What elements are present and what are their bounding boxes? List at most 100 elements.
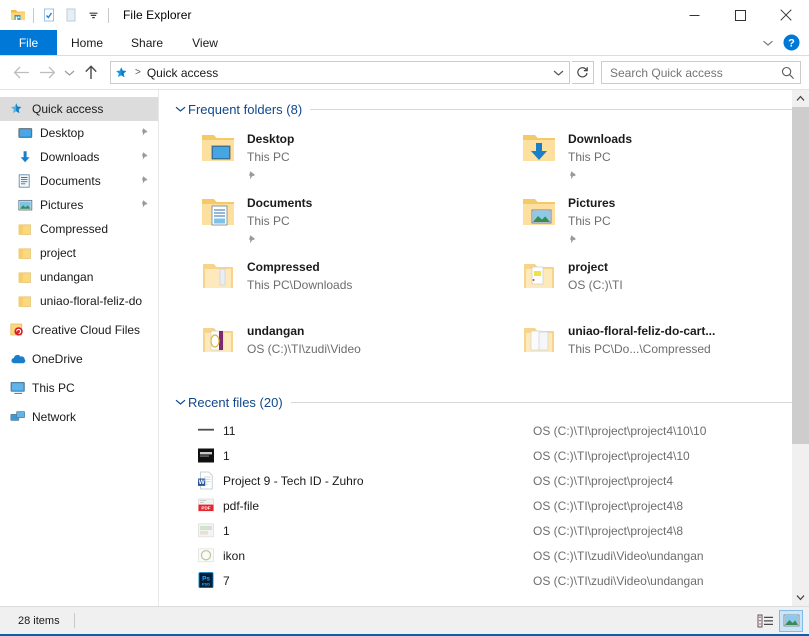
properties-icon[interactable] — [38, 4, 60, 26]
folder-item-pictures[interactable]: Pictures This PC — [488, 191, 809, 255]
sidebar-item-this-pc[interactable]: This PC — [0, 376, 158, 400]
large-icons-view-button[interactable] — [779, 609, 803, 632]
tab-view[interactable]: View — [177, 30, 233, 55]
folder-name: undangan — [247, 324, 305, 338]
file-explorer-window: File Explorer File Home Share View ? > Q… — [0, 0, 809, 636]
customize-dropdown-icon[interactable] — [82, 4, 104, 26]
pin-icon — [568, 168, 632, 186]
pictures-icon — [18, 199, 40, 212]
list-item[interactable]: W Project 9 - Tech ID - Zuhro OS (C:)\TI… — [167, 468, 809, 493]
forward-button[interactable] — [34, 60, 60, 86]
folder-item-desktop[interactable]: Desktop This PC — [167, 127, 488, 191]
folder-generic-icon — [197, 255, 241, 295]
address-bar[interactable]: > Quick access — [110, 61, 570, 84]
scroll-down-arrow-icon[interactable] — [792, 589, 809, 606]
status-bar: 28 items — [0, 606, 809, 634]
breadcrumb[interactable]: Quick access — [143, 66, 218, 80]
recent-files-title: Recent files (20) — [188, 394, 283, 410]
sidebar-item-downloads[interactable]: Downloads — [0, 145, 158, 169]
sidebar-item-compressed[interactable]: Compressed — [0, 217, 158, 241]
refresh-button[interactable] — [572, 61, 594, 84]
folder-text: Desktop This PC — [241, 127, 294, 186]
documents-icon — [18, 174, 40, 188]
scroll-up-arrow-icon[interactable] — [792, 90, 809, 107]
list-item[interactable]: 1 OS (C:)\TI\project\project4\10 — [167, 443, 809, 468]
pin-icon — [247, 232, 312, 250]
tab-home[interactable]: Home — [57, 30, 117, 55]
sidebar-item-label: Quick access — [32, 102, 104, 116]
breadcrumb-separator: > — [135, 67, 141, 78]
pin-icon — [140, 150, 150, 164]
folder-name: Downloads — [568, 132, 633, 146]
sidebar-item-documents[interactable]: Documents — [0, 169, 158, 193]
list-item[interactable]: 11 OS (C:)\TI\project\project4\10\10 — [167, 418, 809, 443]
folder-generic-icon — [518, 319, 562, 359]
folder-item-downloads[interactable]: Downloads This PC — [488, 127, 809, 191]
file-path: OS (C:)\TI\zudi\Video\undangan — [533, 548, 704, 563]
list-item[interactable]: Ps PSD 7 OS (C:)\TI\zudi\Video\undangan — [167, 568, 809, 593]
qat-divider-2 — [108, 7, 109, 23]
sidebar-item-network[interactable]: Network — [0, 405, 158, 429]
vertical-scrollbar[interactable] — [792, 90, 809, 606]
sidebar-item-desktop[interactable]: Desktop — [0, 121, 158, 145]
pin-icon — [247, 168, 294, 186]
frequent-folders-header[interactable]: Frequent folders (8) — [167, 96, 809, 122]
pdf-icon: PDF — [197, 497, 223, 514]
search-icon[interactable] — [776, 66, 800, 80]
file-path: OS (C:)\TI\project\project4\10 — [533, 448, 690, 463]
list-item[interactable]: ikon OS (C:)\TI\zudi\Video\undangan — [167, 543, 809, 568]
help-icon[interactable]: ? — [781, 33, 801, 53]
sidebar-item-project[interactable]: project — [0, 241, 158, 265]
maximize-button[interactable] — [717, 0, 763, 30]
details-view-button[interactable] — [753, 610, 777, 632]
sidebar-item-onedrive[interactable]: OneDrive — [0, 347, 158, 371]
search-box[interactable] — [601, 61, 801, 84]
list-item[interactable]: 1 OS (C:)\TI\project\project4\8 — [167, 518, 809, 543]
file-name: 7 — [223, 573, 230, 588]
recent-files-header[interactable]: Recent files (20) — [167, 389, 809, 415]
photoshop-psd-icon: Ps PSD — [197, 571, 223, 590]
list-item[interactable]: PDF pdf-file OS (C:)\TI\project\project4… — [167, 493, 809, 518]
file-path: OS (C:)\TI\project\project4\8 — [533, 498, 684, 513]
minimize-button[interactable] — [671, 0, 717, 30]
chevron-down-icon[interactable] — [757, 32, 779, 54]
sidebar-item-creative-cloud-files[interactable]: Creative Cloud Files — [0, 318, 158, 342]
folder-text: project OS (C:)\TI — [562, 255, 623, 294]
window-title: File Explorer — [123, 8, 192, 22]
folder-icon[interactable] — [7, 4, 29, 26]
folder-text: uniao-floral-feliz-do-cart... This PC\Do… — [562, 319, 715, 358]
sidebar-item-undangan[interactable]: undangan — [0, 265, 158, 289]
tab-file[interactable]: File — [0, 30, 57, 55]
image-thin-icon — [197, 422, 223, 439]
scrollbar-track[interactable] — [792, 107, 809, 589]
svg-text:?: ? — [788, 38, 795, 50]
chevron-down-icon[interactable] — [172, 398, 188, 406]
sidebar-item-pictures[interactable]: Pictures — [0, 193, 158, 217]
new-folder-icon[interactable] — [60, 4, 82, 26]
folder-item-compressed[interactable]: Compressed This PC\Downloads — [167, 255, 488, 319]
search-input[interactable] — [602, 65, 776, 80]
folder-text: Downloads This PC — [562, 127, 632, 186]
folder-item-project[interactable]: project OS (C:)\TI — [488, 255, 809, 319]
folder-generic-icon — [518, 255, 562, 295]
scrollbar-thumb[interactable] — [792, 107, 809, 445]
folder-item-undangan[interactable]: undangan OS (C:)\TI\zudi\Video — [167, 319, 488, 383]
folder-text: Documents This PC — [241, 191, 312, 250]
back-button[interactable] — [8, 60, 34, 86]
recent-locations-button[interactable] — [60, 60, 78, 86]
sidebar-item-uniao-floral[interactable]: uniao-floral-feliz-do — [0, 289, 158, 313]
chevron-down-icon[interactable] — [547, 62, 569, 83]
file-path: OS (C:)\TI\project\project4\8 — [533, 523, 684, 538]
folder-documents-icon — [197, 191, 241, 231]
chevron-down-icon[interactable] — [172, 105, 188, 113]
folder-icon — [18, 247, 40, 260]
folder-item-uniao-floral[interactable]: uniao-floral-feliz-do-cart... This PC\Do… — [488, 319, 809, 383]
ribbon-tabs: File Home Share View ? — [0, 30, 809, 56]
sidebar-item-quick-access[interactable]: Quick access — [0, 97, 158, 121]
sidebar-item-label: This PC — [32, 381, 75, 395]
up-button[interactable] — [78, 60, 104, 86]
folder-item-documents[interactable]: Documents This PC — [167, 191, 488, 255]
file-name: pdf-file — [223, 498, 260, 513]
tab-share[interactable]: Share — [117, 30, 177, 55]
close-button[interactable] — [763, 0, 809, 30]
